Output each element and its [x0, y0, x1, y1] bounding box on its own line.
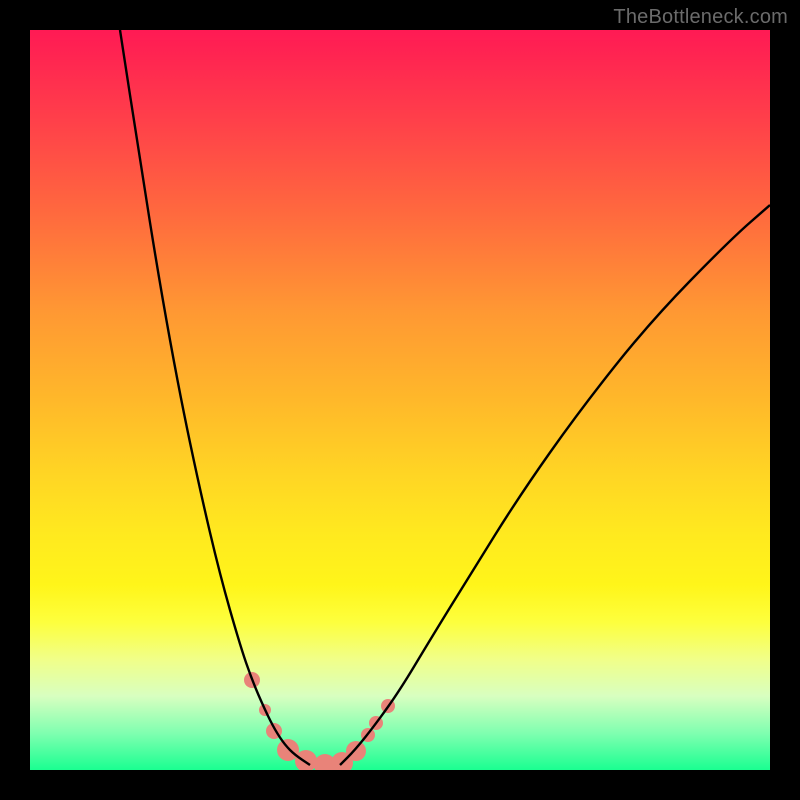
watermark-text: TheBottleneck.com: [613, 6, 788, 29]
right-curve: [340, 205, 770, 765]
left-curve: [120, 30, 310, 765]
chart-frame: TheBottleneck.com: [0, 0, 800, 800]
plot-area: [30, 30, 770, 770]
curve-layer: [30, 30, 770, 770]
bottleneck-marker: [346, 741, 366, 761]
bottleneck-markers: [244, 672, 395, 770]
